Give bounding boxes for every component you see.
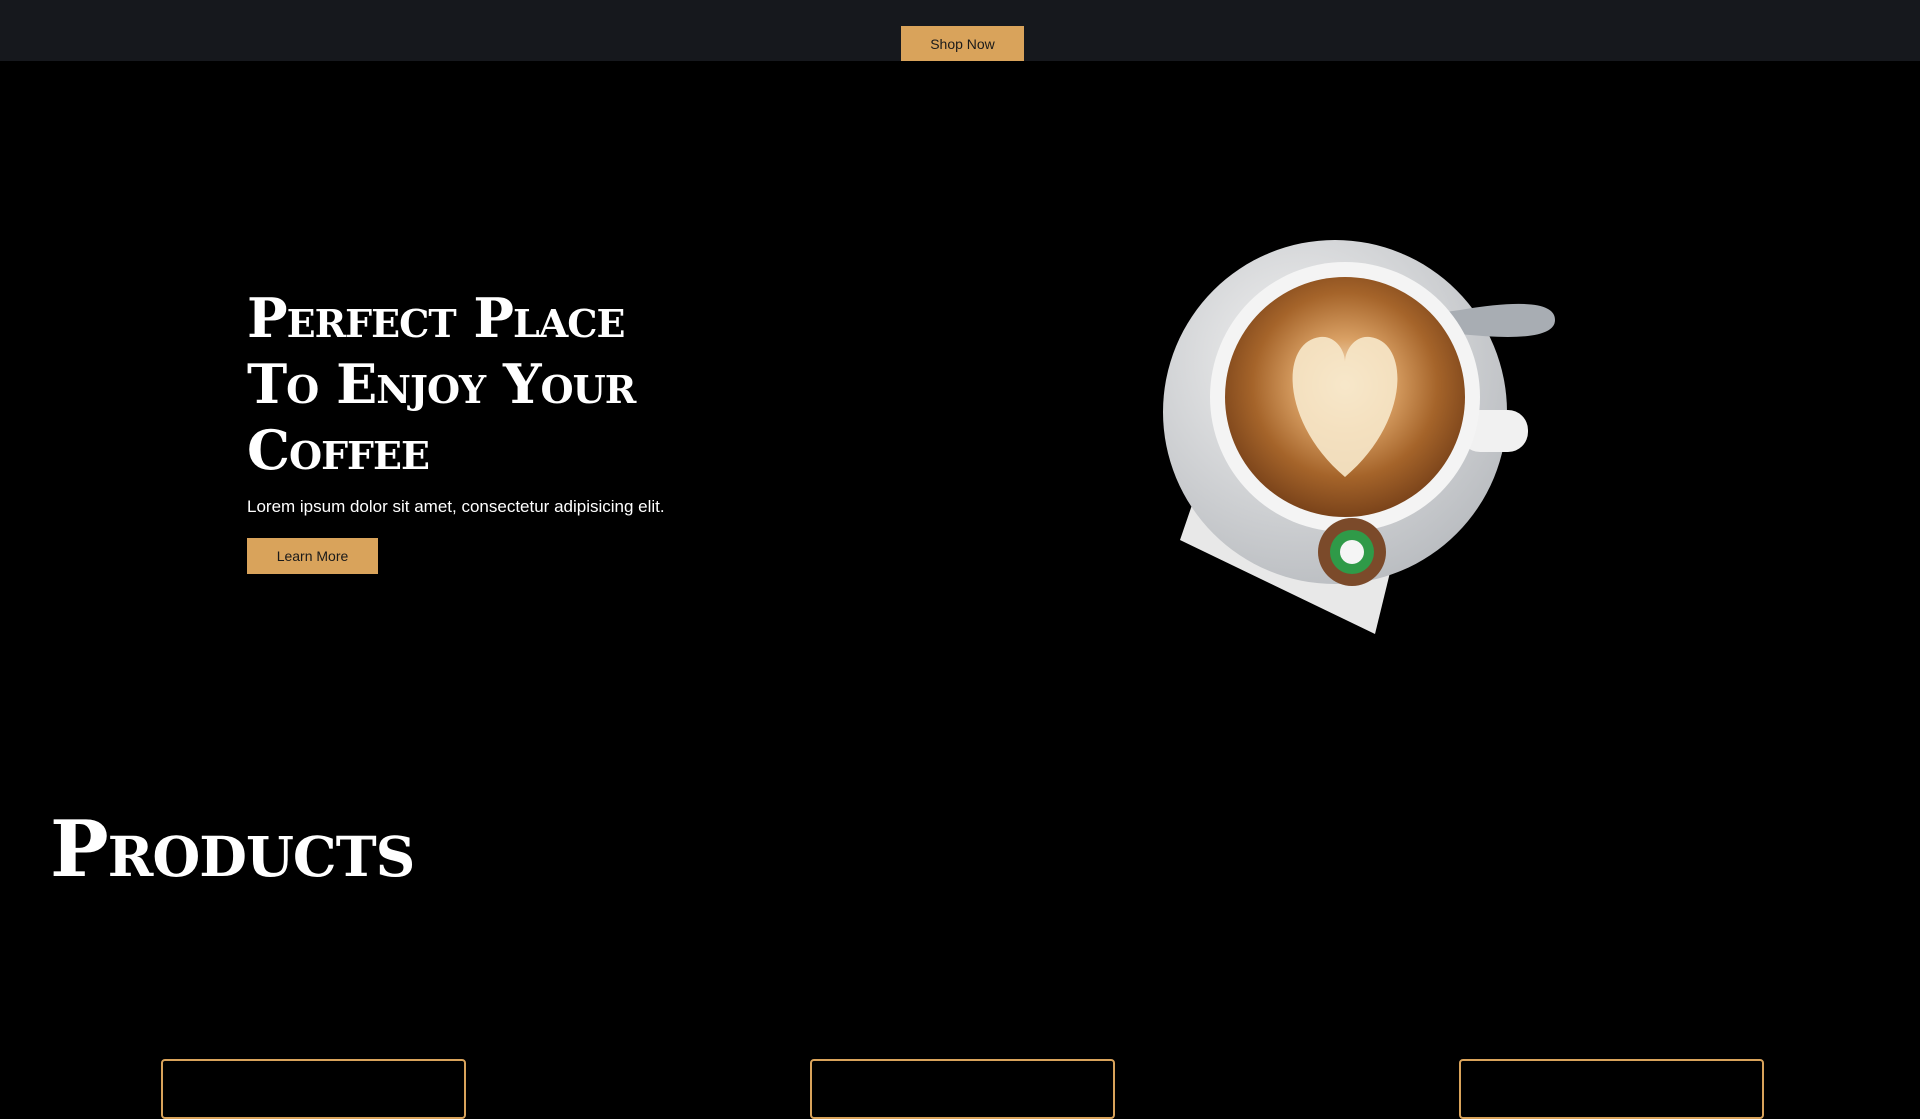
product-card[interactable] xyxy=(810,1059,1115,1119)
top-bar: Shop Now xyxy=(0,0,1920,61)
hero-subtitle: Lorem ipsum dolor sit amet, consectetur … xyxy=(247,497,665,516)
products-title: Products xyxy=(50,804,415,895)
coffee-cup-image xyxy=(1163,240,1555,634)
hero-title-line: Perfect Place xyxy=(247,286,625,350)
learn-more-button[interactable]: Learn More xyxy=(247,538,378,574)
product-card[interactable] xyxy=(1459,1059,1764,1119)
hero-title: Perfect Place To Enjoy Your Coffee xyxy=(247,285,767,483)
product-card[interactable] xyxy=(161,1059,466,1119)
shop-now-button[interactable]: Shop Now xyxy=(901,26,1024,61)
hero-title-line: To Enjoy Your xyxy=(247,352,636,416)
hero-title-line: Coffee xyxy=(247,418,430,482)
